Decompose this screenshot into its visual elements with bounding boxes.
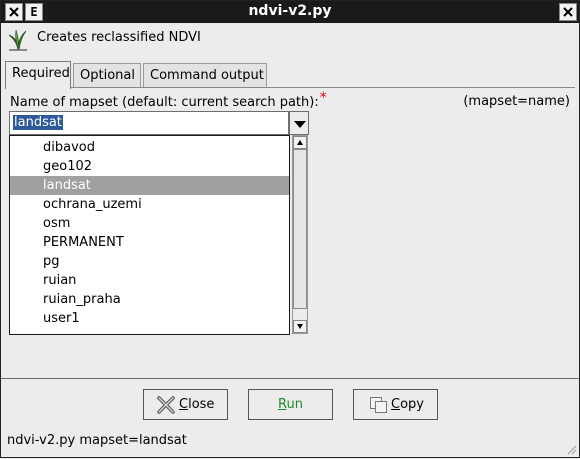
app-window: E ndvi-v2.py Creates reclassified NDVI R… (0, 0, 580, 458)
scroll-down-button[interactable] (293, 320, 307, 333)
run-button-label: Run (278, 397, 303, 412)
window-title: ndvi-v2.py (248, 3, 332, 19)
description-text: Creates reclassified NDVI (37, 30, 201, 45)
list-item[interactable]: ruian_praha (10, 290, 289, 309)
status-bar: ndvi-v2.py mapset=landsat (1, 430, 579, 457)
mapset-combo-input[interactable]: landsat (9, 111, 289, 135)
mapset-field-label: Name of mapset (default: current search … (10, 90, 327, 110)
title-bar: E ndvi-v2.py (1, 1, 579, 23)
mapset-param-hint: (mapset=name) (463, 94, 570, 109)
list-item-selected[interactable]: landsat (10, 176, 289, 195)
list-item[interactable]: user1 (10, 309, 289, 328)
chevron-up-icon (297, 140, 303, 145)
tab-panel-border (5, 87, 575, 88)
grass-module-icon (7, 28, 29, 52)
scrollbar-thumb[interactable] (293, 149, 307, 309)
window-close-right-icon[interactable] (559, 3, 577, 21)
command-preview: ndvi-v2.py mapset=landsat (7, 433, 187, 448)
close-button[interactable]: Close (143, 389, 228, 420)
chevron-down-icon (297, 324, 303, 329)
list-item[interactable]: pg (10, 252, 289, 271)
mapset-label-text: Name of mapset (default: current search … (10, 95, 319, 110)
resize-grip-icon[interactable] (565, 443, 577, 455)
run-button[interactable]: Run (248, 389, 333, 420)
tab-label: Command output (150, 68, 264, 83)
dropdown-scrollbar[interactable] (292, 135, 308, 334)
required-marker: * (319, 90, 327, 106)
list-item[interactable]: osm (10, 214, 289, 233)
copy-button[interactable]: Copy (353, 389, 438, 420)
list-item[interactable]: ruian (10, 271, 289, 290)
tab-required[interactable]: Required (5, 61, 71, 89)
close-icon (156, 396, 176, 414)
list-item[interactable]: geo102 (10, 157, 289, 176)
tab-command-output[interactable]: Command output (143, 63, 267, 88)
copy-icon (369, 396, 389, 414)
list-item[interactable]: ochrana_uzemi (10, 195, 289, 214)
tab-label: Required (12, 66, 70, 81)
mapset-combo-value: landsat (13, 115, 63, 130)
scroll-up-button[interactable] (293, 136, 307, 149)
mapset-dropdown-list: dibavod geo102 landsat ochrana_uzemi osm… (9, 135, 290, 335)
close-button-label: Close (179, 397, 215, 412)
tab-optional[interactable]: Optional (73, 63, 141, 88)
chevron-down-icon (294, 121, 306, 128)
copy-button-label: Copy (391, 397, 424, 412)
tab-label: Optional (80, 68, 135, 83)
combo-dropdown-button[interactable] (289, 111, 309, 135)
button-area-separator (1, 378, 579, 379)
list-item[interactable]: dibavod (10, 138, 289, 157)
list-item[interactable]: PERMANENT (10, 233, 289, 252)
